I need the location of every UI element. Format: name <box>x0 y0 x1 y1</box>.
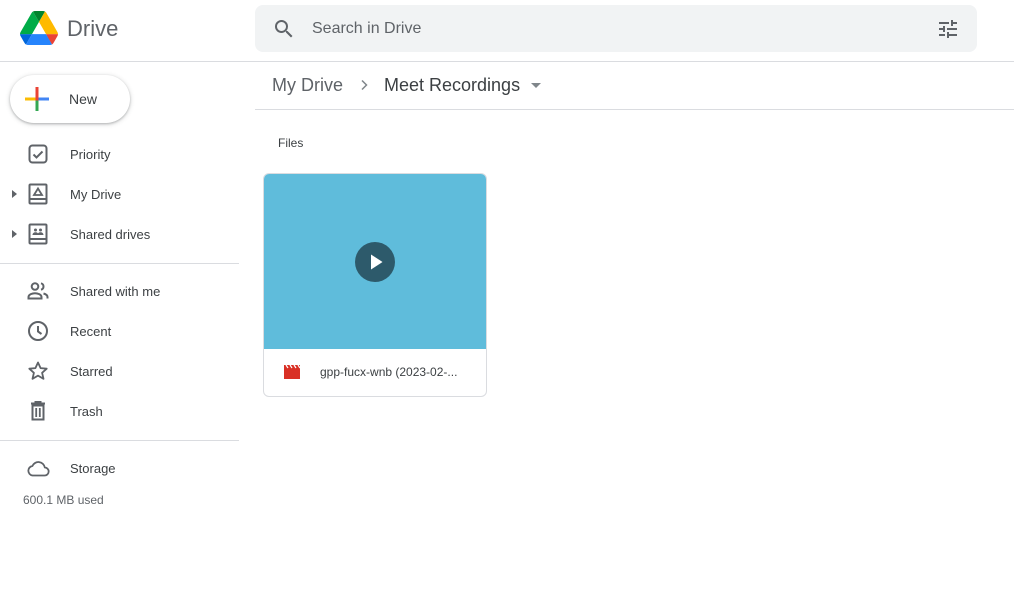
search-input[interactable] <box>312 5 912 52</box>
new-button-label: New <box>69 91 98 107</box>
plus-icon <box>25 87 49 111</box>
play-icon[interactable] <box>355 242 395 282</box>
sidebar-item-label: Recent <box>70 324 112 339</box>
search-icon[interactable] <box>272 17 296 41</box>
expand-caret-icon[interactable] <box>12 230 17 238</box>
chevron-down-icon[interactable] <box>531 83 541 88</box>
sidebar: New Priority My Drive Shared drives Shar… <box>0 62 240 596</box>
chevron-right-icon <box>361 79 368 91</box>
file-card[interactable]: gpp-fucx-wnb (2023-02-... <box>263 173 487 397</box>
sidebar-item-label: Shared drives <box>70 227 151 242</box>
sidebar-item-label: Starred <box>70 364 113 379</box>
shared-drives-icon <box>28 223 48 245</box>
my-drive-icon <box>28 183 48 205</box>
sidebar-item-label: Storage <box>70 461 116 476</box>
sidebar-divider <box>0 440 239 441</box>
sidebar-item-recent[interactable]: Recent <box>0 315 240 347</box>
storage-used-text: 600.1 MB used <box>23 493 104 507</box>
sidebar-item-label: My Drive <box>70 187 122 202</box>
video-thumbnail[interactable] <box>264 174 486 349</box>
people-icon <box>27 282 49 300</box>
file-card-footer: gpp-fucx-wnb (2023-02-... <box>264 349 486 396</box>
section-title-files: Files <box>278 136 304 150</box>
sidebar-item-label: Shared with me <box>70 284 161 299</box>
sidebar-item-trash[interactable]: Trash <box>0 395 240 427</box>
star-icon <box>28 361 48 380</box>
sidebar-item-label: Trash <box>70 404 103 419</box>
sidebar-item-shared-drives[interactable]: Shared drives <box>0 218 240 250</box>
sidebar-item-shared-with-me[interactable]: Shared with me <box>0 275 240 307</box>
main-content: My Drive Meet Recordings Files gpp-fucx-… <box>255 62 1014 596</box>
cloud-icon <box>27 461 50 477</box>
video-file-icon <box>284 364 301 379</box>
sidebar-item-starred[interactable]: Starred <box>0 355 240 387</box>
sidebar-item-priority[interactable]: Priority <box>0 138 240 170</box>
top-header: Drive <box>0 0 1014 62</box>
breadcrumb: My Drive Meet Recordings <box>255 62 1014 110</box>
expand-caret-icon[interactable] <box>12 190 17 198</box>
breadcrumb-current-folder[interactable]: Meet Recordings <box>384 75 520 96</box>
file-name: gpp-fucx-wnb (2023-02-... <box>320 365 458 379</box>
trash-icon <box>31 401 45 421</box>
sidebar-item-storage[interactable]: Storage <box>0 452 240 484</box>
sidebar-item-my-drive[interactable]: My Drive <box>0 178 240 210</box>
sidebar-item-label: Priority <box>70 147 111 162</box>
priority-check-icon <box>28 144 48 164</box>
clock-icon <box>28 321 48 341</box>
search-bar <box>255 5 977 52</box>
new-button[interactable]: New <box>10 75 130 123</box>
search-options-icon[interactable] <box>936 17 960 41</box>
app-name: Drive <box>67 16 119 41</box>
drive-logo-icon[interactable] <box>20 11 58 45</box>
breadcrumb-my-drive[interactable]: My Drive <box>272 75 343 96</box>
sidebar-divider <box>0 263 239 264</box>
